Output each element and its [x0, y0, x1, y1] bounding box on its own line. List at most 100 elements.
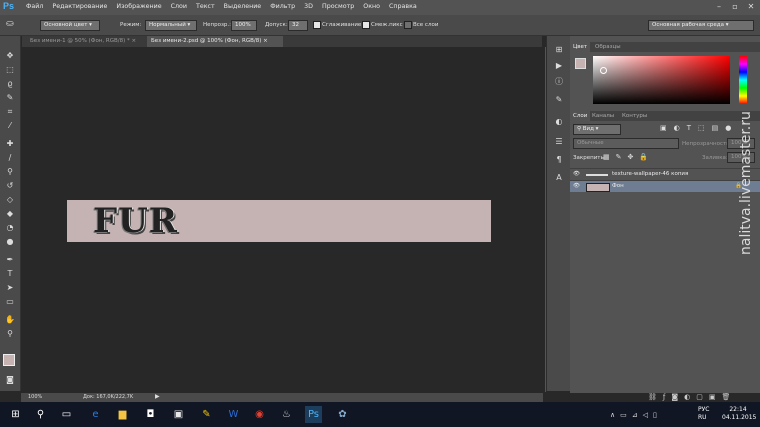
file-explorer-icon[interactable]: ▆ — [114, 406, 131, 423]
antialias-checkbox[interactable] — [313, 21, 321, 29]
info-panel-icon[interactable]: ⓘ — [553, 76, 565, 87]
tab-swatches[interactable]: Образцы — [592, 42, 624, 52]
layer-row[interactable]: 👁 Фон 🔒 — [570, 180, 760, 192]
paragraph-panel-icon[interactable]: ¶ — [553, 154, 565, 165]
all-layers-checkbox[interactable] — [404, 21, 412, 29]
adjustments-panel-icon[interactable]: ◐ — [553, 116, 565, 127]
move-tool-icon[interactable]: ✥ — [4, 50, 16, 61]
workspace-dropdown[interactable]: Основная рабочая среда ▾ — [648, 20, 754, 31]
lasso-tool-icon[interactable]: ϱ — [4, 78, 16, 89]
search-icon[interactable]: ⚲ — [32, 406, 49, 423]
type-tool-icon[interactable]: T — [4, 268, 16, 279]
opacity-field[interactable]: 100% — [231, 20, 257, 31]
eyedropper-tool-icon[interactable]: ⁄ — [4, 120, 16, 131]
foreground-color-swatch[interactable] — [3, 354, 15, 366]
clone-stamp-tool-icon[interactable]: ⚲ — [4, 166, 16, 177]
tolerance-field[interactable]: 32 — [288, 20, 308, 31]
layers-footer-icons[interactable]: ⛓ƒ◙◐▢▣🗑 — [648, 393, 736, 401]
layer-name: Фон — [612, 183, 624, 189]
quick-mask-icon[interactable]: ◙ — [4, 374, 16, 385]
zoom-tool-icon[interactable]: ⚲ — [4, 328, 16, 339]
photoshop-logo: Ps — [3, 1, 15, 11]
layer-filter-dropdown[interactable]: ⚲ Вид ▾ — [573, 124, 621, 135]
blend-mode-dropdown[interactable]: Обычные — [573, 138, 679, 149]
status-menu-arrow-icon[interactable]: ▶ — [155, 393, 160, 400]
menu-image[interactable]: Изображение — [116, 3, 161, 10]
menu-help[interactable]: Справка — [389, 3, 417, 10]
menu-view[interactable]: Просмотр — [322, 3, 354, 10]
eraser-tool-icon[interactable]: ◇ — [4, 194, 16, 205]
tab-close-icon[interactable]: × — [263, 38, 268, 44]
maximize-icon[interactable]: ▫ — [729, 2, 741, 12]
tab-document-2-label: Без имени-2.psd @ 100% (Фон, RGB/8) — [151, 38, 262, 44]
photoshop-taskbar-icon[interactable]: Ps — [305, 406, 322, 423]
layer-filter-icons[interactable]: ▣◐T⬚▤● — [660, 124, 738, 132]
language-indicator[interactable]: РУС RU — [698, 406, 709, 422]
zoom-level[interactable]: 100% — [28, 394, 42, 400]
media-app-icon[interactable]: ▣ — [170, 406, 187, 423]
fill-source-value: Основной цвет — [44, 22, 88, 28]
mode-value: Нормальный — [149, 22, 186, 28]
close-icon[interactable]: ✕ — [745, 2, 757, 12]
tab-channels[interactable]: Каналы — [589, 111, 617, 121]
tray-icons[interactable]: ∧▭⊿◁▯ — [610, 411, 662, 419]
actions-panel-icon[interactable]: ▶ — [553, 60, 565, 71]
store-icon[interactable]: ◘ — [142, 406, 159, 423]
menu-text[interactable]: Текст — [196, 3, 215, 10]
hue-slider[interactable] — [739, 56, 747, 104]
eye-icon[interactable]: 👁 — [573, 169, 580, 180]
menu-filter[interactable]: Фильтр — [270, 3, 295, 10]
tab-document-2[interactable]: Без имени-2.psd @ 100% (Фон, RGB/8) × — [147, 36, 283, 47]
menu-layers[interactable]: Слои — [171, 3, 187, 10]
paint-bucket-tool-icon[interactable]: ◆ — [4, 208, 16, 219]
quick-select-tool-icon[interactable]: ✎ — [4, 92, 16, 103]
chrome-icon[interactable]: ◉ — [251, 406, 268, 423]
menu-select[interactable]: Выделение — [224, 3, 262, 10]
clock[interactable]: 22:14 04.11.2015 — [722, 406, 756, 422]
properties-panel-icon[interactable]: ☰ — [553, 136, 565, 147]
blur-tool-icon[interactable]: ◔ — [4, 222, 16, 233]
tab-paths[interactable]: Контуры — [619, 111, 650, 121]
word-icon[interactable]: W — [225, 406, 242, 423]
color-picker-cursor[interactable] — [600, 67, 607, 74]
lock-icons[interactable]: ▦✎✥🔒 — [603, 153, 654, 161]
brush-tool-icon[interactable]: ∕ — [4, 152, 16, 163]
menu-window[interactable]: Окно — [363, 3, 380, 10]
dodge-tool-icon[interactable]: ● — [4, 236, 16, 247]
pencil-app-icon[interactable]: ✎ — [198, 406, 215, 423]
healing-brush-tool-icon[interactable]: ✚ — [4, 138, 16, 149]
menu-edit[interactable]: Редактирование — [52, 3, 107, 10]
history-panel-icon[interactable]: ⊞ — [553, 44, 565, 55]
color-fg-swatch[interactable] — [575, 58, 586, 69]
tab-close-icon[interactable]: × — [132, 38, 137, 44]
steam-icon[interactable]: ♨ — [278, 406, 295, 423]
history-brush-tool-icon[interactable]: ↺ — [4, 180, 16, 191]
hand-tool-icon[interactable]: ✋ — [4, 314, 16, 325]
mode-dropdown[interactable]: Нормальный ▾ — [145, 20, 197, 31]
layer-row[interactable]: 👁 texture-wallpaper-46 копия — [570, 168, 760, 180]
app-taskbar-icon[interactable]: ✿ — [334, 406, 351, 423]
fur-text-artwork: FUR — [93, 201, 179, 241]
eye-icon[interactable]: 👁 — [573, 181, 580, 192]
brush-panel-icon[interactable]: ✎ — [553, 94, 565, 105]
antialias-label: Сглаживание — [322, 22, 362, 28]
fill-source-dropdown[interactable]: Основной цвет ▾ — [40, 20, 100, 31]
tab-color[interactable]: Цвет — [570, 42, 591, 52]
tab-document-1[interactable]: Без имени-1 @ 50% (Фон, RGB/8) * × — [26, 36, 150, 47]
path-select-tool-icon[interactable]: ➤ — [4, 282, 16, 293]
rectangle-tool-icon[interactable]: ▭ — [4, 296, 16, 307]
paint-bucket-icon[interactable]: ⛀ — [6, 19, 20, 31]
color-picker-field[interactable] — [593, 56, 730, 104]
windows-start-icon[interactable]: ⊞ — [7, 406, 24, 423]
menu-file[interactable]: Файл — [26, 3, 43, 10]
tab-layers[interactable]: Слои — [570, 111, 591, 121]
minimize-icon[interactable]: – — [713, 2, 725, 12]
pen-tool-icon[interactable]: ✒ — [4, 254, 16, 265]
menu-3d[interactable]: 3D — [304, 3, 313, 10]
task-view-icon[interactable]: ▭ — [58, 406, 75, 423]
crop-tool-icon[interactable]: ⌗ — [4, 106, 16, 117]
contiguous-checkbox[interactable] — [362, 21, 370, 29]
marquee-tool-icon[interactable]: ⬚ — [4, 64, 16, 75]
edge-icon[interactable]: e — [87, 406, 104, 423]
character-panel-icon[interactable]: A — [553, 172, 565, 183]
